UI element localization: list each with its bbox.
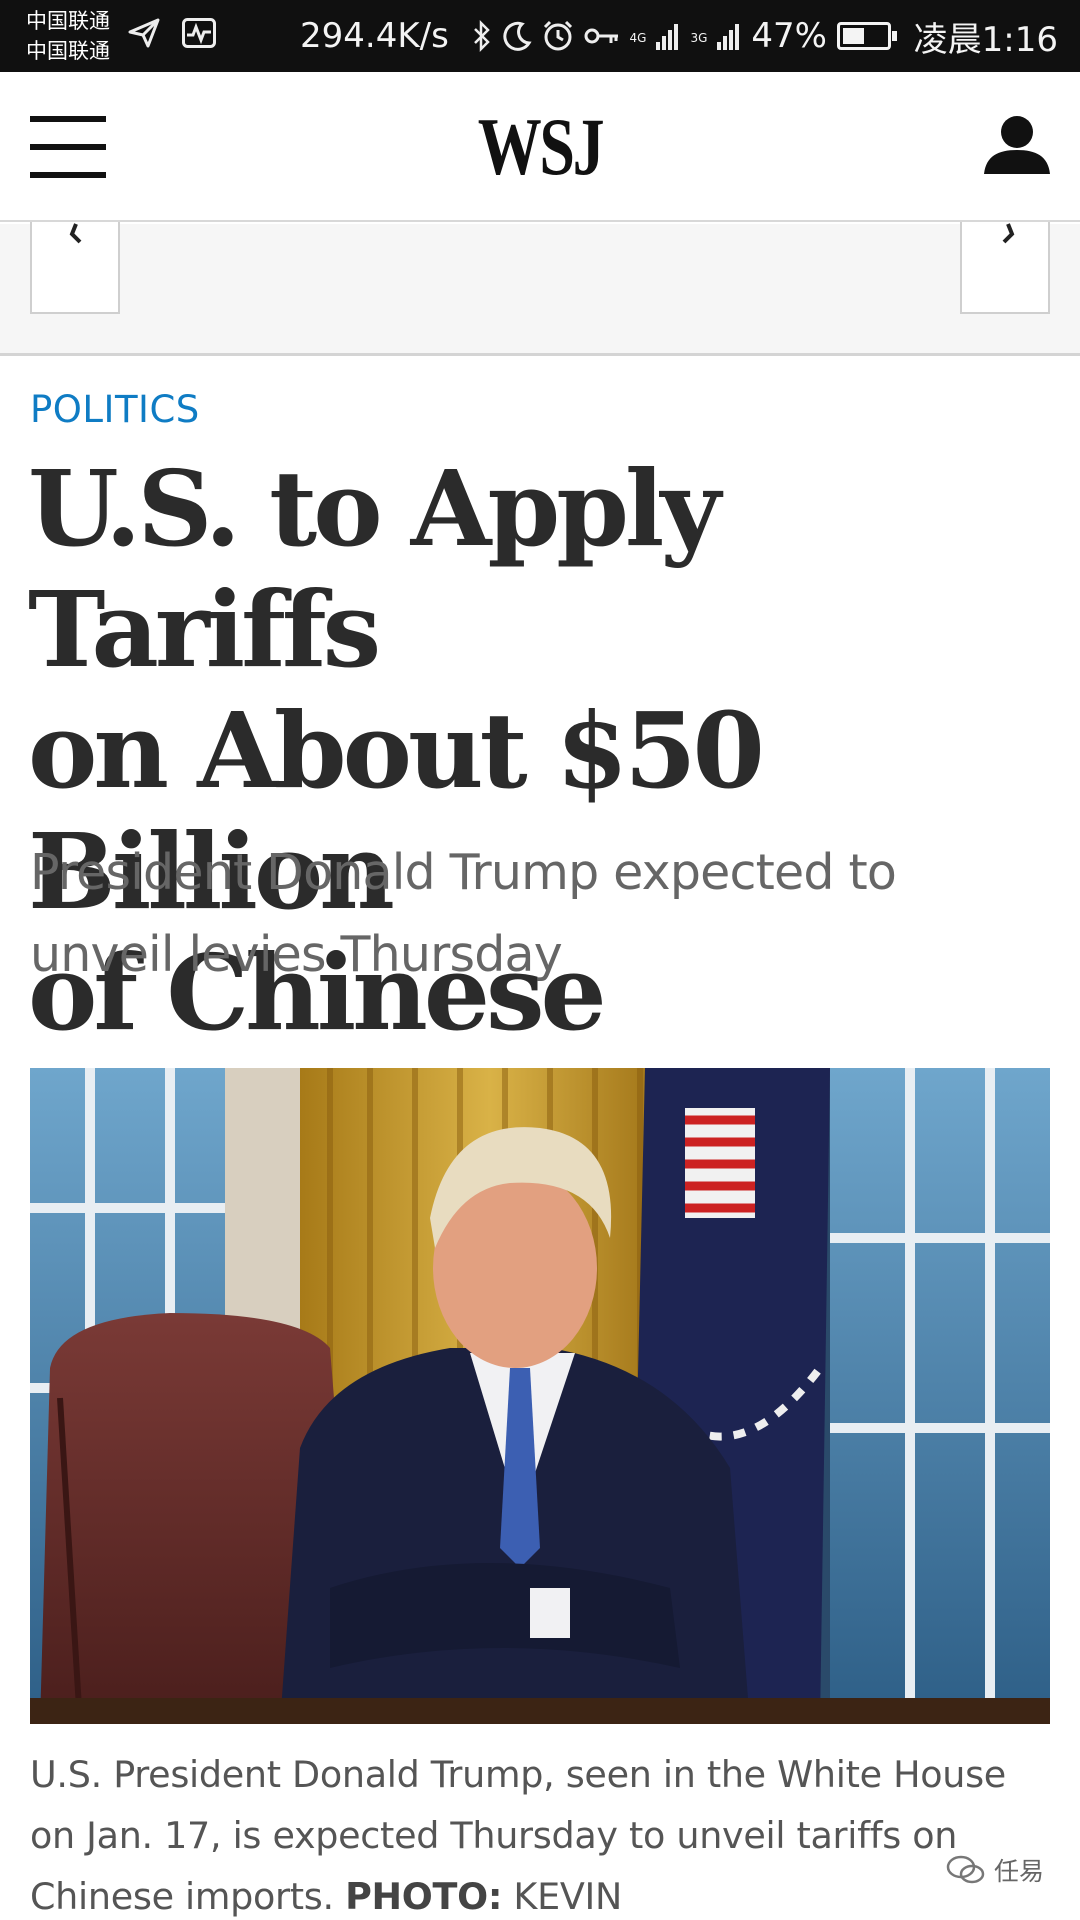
- article-dek: President Donald Trump expected to unvei…: [30, 832, 1030, 996]
- caption-line: on Jan. 17, is expected Thursday to unve…: [30, 1814, 958, 1857]
- battery-percent: 47%: [751, 16, 827, 56]
- dek-line: unveil levies Thursday: [30, 926, 563, 983]
- menu-button[interactable]: [30, 116, 106, 178]
- watermark-text: 任易: [993, 1857, 1044, 1886]
- network-type-1: 4G: [629, 31, 647, 45]
- notification-icons: [128, 18, 216, 48]
- carrier-2: 中国联通: [26, 39, 110, 63]
- user-icon: [984, 116, 1050, 174]
- send-icon: [128, 18, 160, 48]
- photo-credit-name: KEVIN: [502, 1875, 622, 1918]
- article-headline: U.S. to Apply Tariffs on About $50 Billi…: [28, 448, 1058, 1174]
- photo-caption: U.S. President Donald Trump, seen in the…: [30, 1744, 1050, 1920]
- chevron-right-icon: [1002, 223, 1015, 244]
- app-header: WSJ: [0, 72, 1080, 222]
- article-carousel: [0, 222, 1080, 356]
- section-label[interactable]: POLITICS: [30, 388, 200, 431]
- wechat-icon: [946, 1855, 985, 1884]
- signal-icon-2: [717, 24, 740, 50]
- alarm-icon: [543, 20, 572, 51]
- clock: 凌晨1:16: [913, 19, 1058, 60]
- carrier-names: 中国联通 中国联通: [26, 6, 110, 66]
- moon-icon: [502, 21, 532, 51]
- network-type-2: 3G: [690, 31, 708, 45]
- caption-line: U.S. President Donald Trump, seen in the…: [30, 1753, 1006, 1796]
- key-icon: [584, 28, 618, 44]
- caption-line: Chinese imports.: [30, 1875, 346, 1918]
- status-bar: 中国联通 中国联通 294.4K/s 4G 3G 47% 凌晨1:16: [0, 0, 1080, 72]
- oval-office-photo: [30, 1068, 1050, 1724]
- dek-line: President Donald Trump expected to: [30, 844, 897, 901]
- headline-line: U.S. to Apply Tariffs: [28, 447, 721, 691]
- activity-monitor-icon: [182, 18, 216, 48]
- carousel-prev-button[interactable]: [30, 222, 120, 314]
- article-photo[interactable]: [30, 1068, 1050, 1724]
- watermark: 任易: [946, 1852, 1044, 1888]
- photo-credit-label: PHOTO:: [345, 1875, 503, 1918]
- carousel-next-button[interactable]: [960, 222, 1050, 314]
- carrier-1: 中国联通: [26, 9, 110, 33]
- account-button[interactable]: [982, 112, 1052, 182]
- wsj-logo[interactable]: WSJ: [119, 100, 961, 194]
- signal-icon: [656, 24, 679, 50]
- network-speed: 294.4K/s: [300, 16, 449, 56]
- caption-line-3: Chinese imports. PHOTO: KEVIN: [30, 1866, 1050, 1920]
- battery-icon: [836, 22, 897, 50]
- chevron-left-icon: [69, 223, 82, 244]
- bluetooth-icon: [473, 19, 490, 53]
